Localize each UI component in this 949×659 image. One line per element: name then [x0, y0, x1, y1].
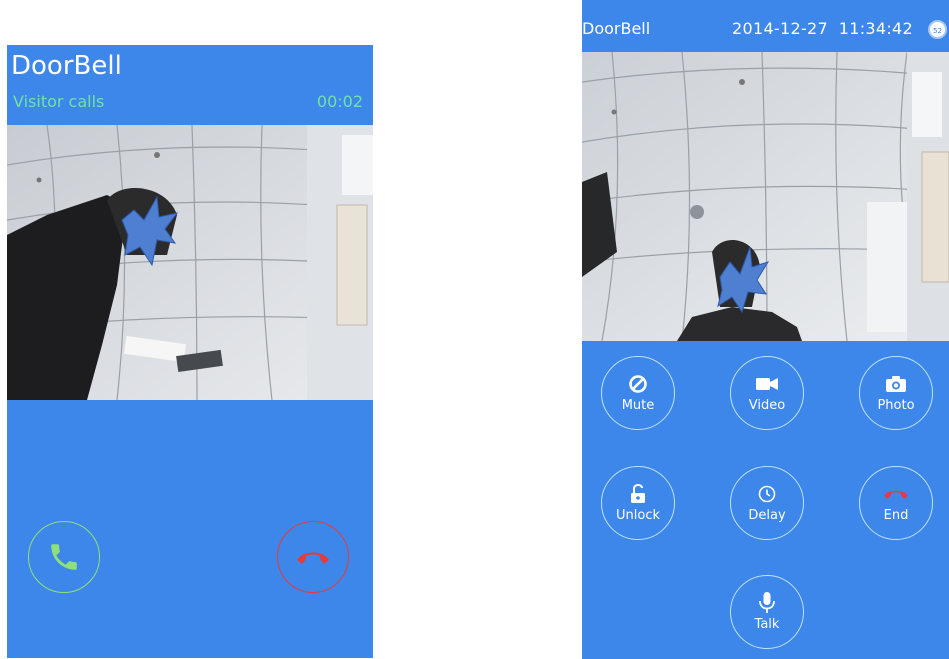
unlock-button[interactable]: Unlock [601, 466, 675, 540]
camera-image [7, 125, 373, 400]
photo-label: Photo [877, 397, 915, 413]
mute-button[interactable]: Mute [601, 356, 675, 430]
talk-label: Talk [754, 616, 780, 632]
incoming-call-screen: DoorBell Visitor calls 00:02 [7, 45, 373, 658]
reject-button[interactable] [277, 521, 349, 593]
call-status: Visitor calls [13, 92, 105, 111]
notification-badge: 52 [928, 20, 947, 39]
clock-icon [758, 485, 776, 502]
unlock-label: Unlock [616, 507, 660, 523]
phone-hangup-icon [884, 490, 908, 499]
answer-button[interactable] [28, 521, 100, 593]
end-label: End [883, 507, 909, 523]
end-button[interactable]: End [859, 466, 933, 540]
video-button[interactable]: Video [730, 356, 804, 430]
talk-button[interactable]: Talk [730, 575, 804, 649]
delay-button[interactable]: Delay [730, 466, 804, 540]
call-timer: 00:02 [316, 92, 363, 111]
camera-image [582, 52, 949, 341]
mute-icon [629, 374, 647, 393]
video-camera-icon [756, 377, 778, 390]
app-title: DoorBell [582, 19, 651, 38]
app-title: DoorBell [11, 51, 122, 81]
camera-icon [886, 375, 906, 392]
datetime: 2014-12-27 11:34:42 [732, 19, 914, 38]
video-label: Video [748, 397, 786, 413]
mute-label: Mute [621, 397, 655, 413]
photo-button[interactable]: Photo [859, 356, 933, 430]
delay-label: Delay [748, 507, 786, 523]
unlock-icon [631, 483, 645, 503]
phone-hangup-icon [297, 552, 329, 564]
phone-answer-icon [51, 544, 77, 570]
microphone-icon [759, 591, 775, 613]
in-call-screen: DoorBell 2014-12-27 11:34:42 52 Mute Vid… [582, 0, 949, 659]
camera-feed [7, 125, 373, 400]
camera-feed [582, 52, 949, 341]
